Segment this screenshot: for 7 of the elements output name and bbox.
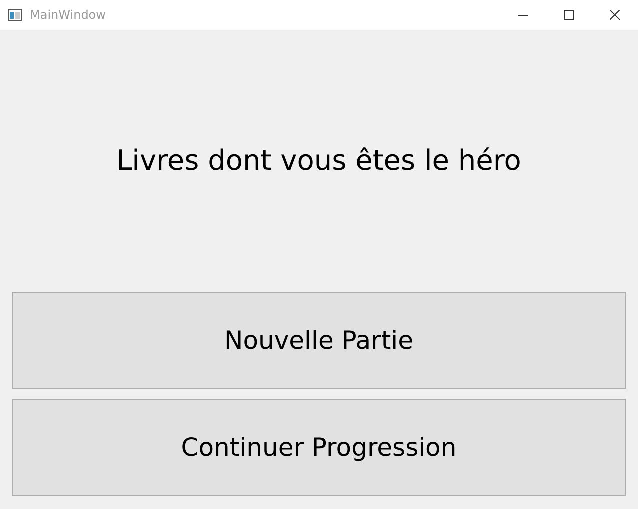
close-icon[interactable] xyxy=(610,10,620,20)
maximize-icon[interactable] xyxy=(564,10,574,20)
app-icon xyxy=(8,9,22,21)
menu-button[interactable]: Nouvelle Partie xyxy=(12,292,626,389)
window-title: MainWindow xyxy=(30,7,106,24)
heading: Livres dont vous êtes le héro xyxy=(116,143,522,179)
menu-button[interactable]: Continuer Progression xyxy=(12,399,626,496)
